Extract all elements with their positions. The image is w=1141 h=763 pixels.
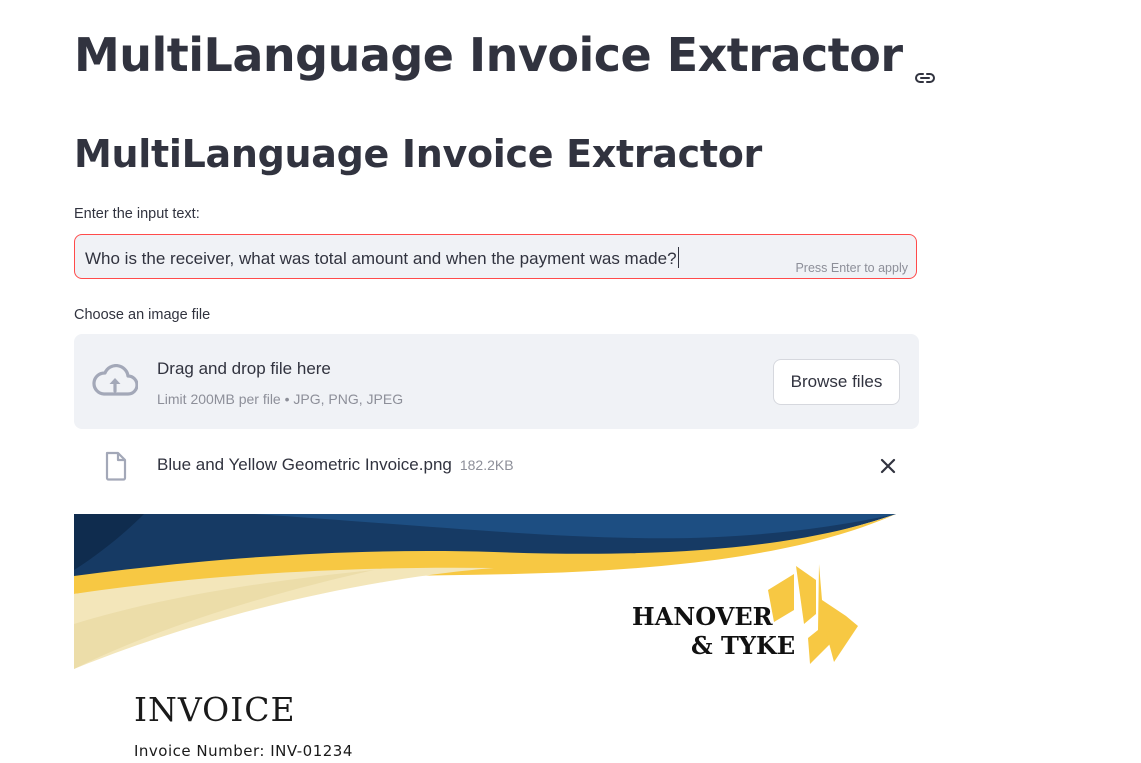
page-title-row: MultiLanguage Invoice Extractor <box>74 28 937 83</box>
query-text-value[interactable]: Who is the receiver, what was total amou… <box>85 247 679 269</box>
section-heading: MultiLanguage Invoice Extractor <box>74 132 762 176</box>
cloud-upload-icon <box>92 363 139 398</box>
text-caret <box>677 247 679 268</box>
input-label: Enter the input text: <box>74 206 200 222</box>
dropzone-title: Drag and drop file here <box>157 359 331 378</box>
browse-files-button[interactable]: Browse files <box>773 359 900 405</box>
invoice-title: INVOICE <box>134 690 296 729</box>
query-text-input[interactable]: Who is the receiver, what was total amou… <box>74 234 917 279</box>
uploaded-file-row: Blue and Yellow Geometric Invoice.png 182… <box>74 446 919 486</box>
press-enter-hint: Press Enter to apply <box>795 261 908 275</box>
invoice-number: Invoice Number: INV-01234 <box>134 742 353 760</box>
dropzone-limit: Limit 200MB per file • JPG, PNG, JPEG <box>157 391 404 407</box>
brand-name-line1: HANOVER <box>632 602 773 631</box>
file-dropzone[interactable]: Drag and drop file here Limit 200MB per … <box>74 334 919 429</box>
page-title: MultiLanguage Invoice Extractor <box>74 28 903 82</box>
uploaded-file-name: Blue and Yellow Geometric Invoice.png 182… <box>157 455 514 474</box>
link-icon[interactable] <box>913 47 937 83</box>
uploaded-file-size: 182.2KB <box>459 457 514 473</box>
invoice-preview-image: HANOVER & TYKE INVOICE Invoice Number: I… <box>74 514 919 763</box>
remove-file-close-icon[interactable] <box>877 455 899 477</box>
uploader-label: Choose an image file <box>74 307 211 323</box>
brand-name-line2: & TYKE <box>691 631 796 660</box>
file-icon <box>104 451 128 481</box>
